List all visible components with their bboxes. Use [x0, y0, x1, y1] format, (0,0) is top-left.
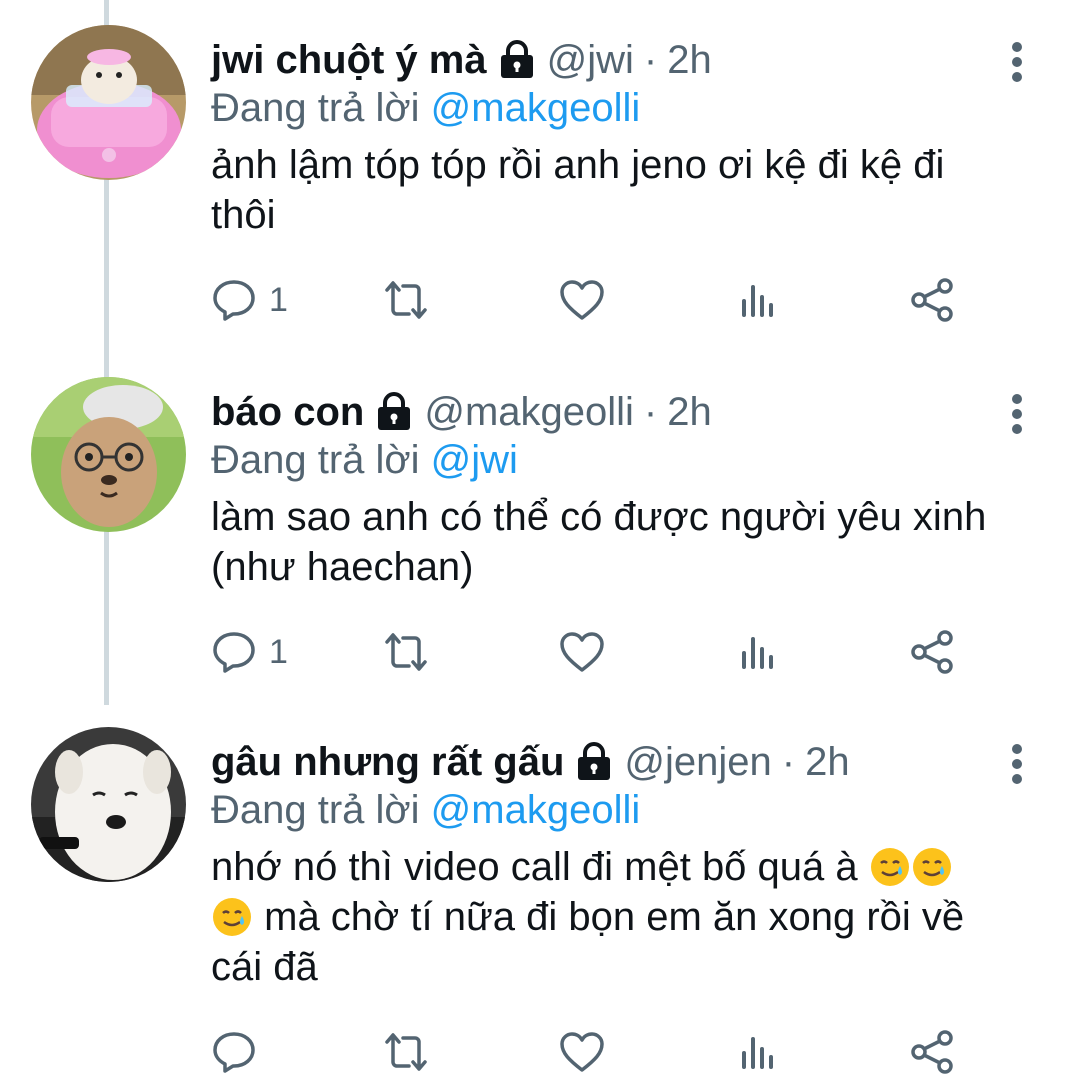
tweet-text: nhớ nó thì video call đi mệt bố quá à mà… — [211, 842, 1011, 992]
heart-icon — [560, 280, 604, 320]
tweet-text-line: nhớ nó thì video call đi mệt bố quá à — [211, 842, 1011, 892]
retweet-button[interactable] — [383, 275, 429, 325]
views-icon — [742, 637, 773, 669]
views-button[interactable] — [735, 275, 781, 325]
timestamp[interactable]: 2h — [667, 387, 712, 437]
tweet-text: làm sao anh có thể có được người yêu xin… — [211, 492, 1011, 592]
handle[interactable]: @jenjen — [624, 737, 771, 787]
separator-dot: · — [643, 390, 658, 434]
avatar[interactable] — [31, 727, 186, 882]
like-button[interactable] — [559, 275, 605, 325]
views-button[interactable] — [735, 627, 781, 677]
like-button[interactable] — [559, 627, 605, 677]
tweet-header: jwi chuột ý mà @jwi · 2h — [211, 35, 712, 85]
avatar[interactable] — [31, 25, 186, 180]
reply-icon — [213, 280, 255, 321]
lock-icon — [378, 392, 411, 430]
tweet-text-line: mà chờ tí nữa đi bọn em ăn xong rồi về — [211, 892, 1011, 942]
reply-button[interactable]: 1 — [211, 275, 288, 325]
share-icon — [911, 278, 953, 322]
retweet-button[interactable] — [383, 1027, 429, 1077]
views-icon — [742, 1037, 773, 1069]
views-button[interactable] — [735, 1027, 781, 1077]
share-button[interactable] — [909, 275, 955, 325]
reply-count: 1 — [269, 632, 288, 671]
share-button[interactable] — [909, 627, 955, 677]
action-bar: 1 — [211, 627, 971, 677]
tweet-header: báo con @makgeolli · 2h — [211, 387, 712, 437]
lock-icon — [500, 40, 533, 78]
reply-icon — [213, 632, 255, 673]
replying-to: Đang trả lời @makgeolli — [211, 785, 640, 835]
handle[interactable]: @jwi — [547, 35, 634, 85]
replying-to: Đang trả lời @jwi — [211, 435, 518, 485]
share-icon — [911, 1030, 953, 1074]
separator-dot: · — [643, 38, 658, 82]
reply-count: 1 — [269, 280, 288, 319]
reply-button[interactable]: 1 — [211, 627, 288, 677]
more-vertical-icon[interactable] — [1002, 387, 1032, 447]
like-button[interactable] — [559, 1027, 605, 1077]
replying-mention[interactable]: @makgeolli — [431, 86, 641, 130]
tweet-text-segment: mà chờ tí nữa đi bọn em ăn xong rồi về — [264, 895, 965, 939]
share-icon — [911, 630, 953, 674]
more-vertical-icon[interactable] — [1002, 35, 1032, 95]
tweet-text-line: thôi — [211, 193, 276, 237]
tweet-text: ảnh lậm tóp tóp rồi anh jeno ơi kệ đi kệ… — [211, 140, 1011, 240]
tweet-text-line: ảnh lậm tóp tóp rồi anh jeno ơi kệ đi kệ… — [211, 143, 945, 187]
retweet-icon — [385, 633, 427, 671]
replying-to: Đang trả lời @makgeolli — [211, 83, 640, 133]
tweet-header: gâu nhưng rất gấu @jenjen · 2h — [211, 737, 850, 787]
avatar[interactable] — [31, 377, 186, 532]
more-vertical-icon[interactable] — [1002, 737, 1032, 797]
action-bar — [211, 1027, 971, 1077]
heart-icon — [560, 1032, 604, 1072]
reply-button[interactable] — [211, 1027, 269, 1077]
lock-icon — [578, 742, 611, 780]
tweet-text-line: cái đã — [211, 945, 318, 989]
tweet-text-line: (như haechan) — [211, 545, 474, 589]
action-bar: 1 — [211, 275, 971, 325]
reply-icon — [213, 1032, 255, 1073]
tweet-text-line: làm sao anh có thể có được người yêu xin… — [211, 495, 987, 539]
separator-dot: · — [781, 740, 796, 784]
retweet-icon — [385, 1033, 427, 1071]
retweet-button[interactable] — [383, 627, 429, 677]
replying-prefix: Đang trả lời — [211, 86, 420, 130]
display-name[interactable]: gâu nhưng rất gấu — [211, 737, 564, 787]
share-button[interactable] — [909, 1027, 955, 1077]
replying-mention[interactable]: @makgeolli — [431, 788, 641, 832]
timestamp[interactable]: 2h — [805, 737, 850, 787]
display-name[interactable]: jwi chuột ý mà — [211, 35, 487, 85]
views-icon — [742, 285, 773, 317]
smiling-face-with-tear-emoji-icon — [870, 848, 909, 886]
heart-icon — [560, 632, 604, 672]
tweet-text-segment: nhớ nó thì video call đi mệt bố quá à — [211, 845, 858, 889]
replying-prefix: Đang trả lời — [211, 788, 420, 832]
timestamp[interactable]: 2h — [667, 35, 712, 85]
handle[interactable]: @makgeolli — [424, 387, 634, 437]
display-name[interactable]: báo con — [211, 387, 364, 437]
replying-prefix: Đang trả lời — [211, 438, 420, 482]
smiling-face-with-tear-emoji-icon — [213, 898, 251, 936]
retweet-icon — [385, 281, 427, 319]
smiling-face-with-tear-emoji-icon — [912, 848, 951, 886]
replying-mention[interactable]: @jwi — [431, 438, 518, 482]
